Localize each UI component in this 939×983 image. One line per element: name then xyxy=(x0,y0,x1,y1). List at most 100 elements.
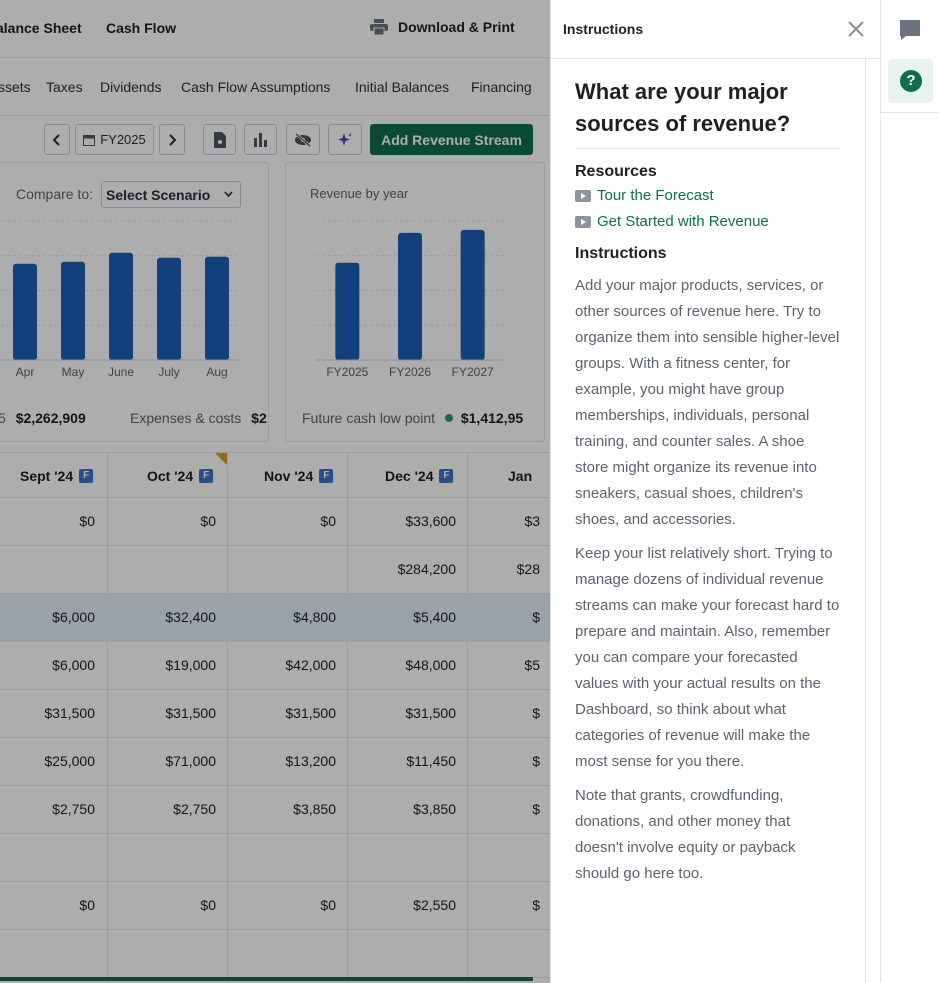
table-cell[interactable]: $0 xyxy=(320,897,336,913)
table-cell[interactable]: $ xyxy=(532,897,540,913)
next-year-button[interactable] xyxy=(159,124,185,155)
subnav-dividends[interactable]: Dividends xyxy=(100,79,161,95)
tour-forecast-label: Tour the Forecast xyxy=(597,187,714,204)
kpi-expenses: Expenses & costs $2 xyxy=(130,410,267,426)
chart-bar[interactable] xyxy=(109,252,133,360)
forecast-badge: F xyxy=(319,469,334,483)
status-dot xyxy=(444,414,453,422)
chart-bar[interactable] xyxy=(460,229,485,360)
help-button[interactable]: ? xyxy=(888,59,933,103)
table-cell[interactable]: $5 xyxy=(524,657,540,673)
toolbar: FY2025 Add Revenue Stream xyxy=(0,116,550,162)
tab-cash-flow[interactable]: Cash Flow xyxy=(106,20,176,36)
sparkle-icon xyxy=(338,132,352,146)
kpi-cash-low-label: Future cash low point xyxy=(302,410,436,426)
axis-tick-label: Apr xyxy=(16,365,35,379)
chart-bar[interactable] xyxy=(61,261,85,360)
table-cell[interactable]: $31,500 xyxy=(285,705,336,721)
table-cell[interactable]: $3 xyxy=(524,513,540,529)
col-label: Dec '24 xyxy=(385,468,434,484)
table-cell[interactable]: $71,000 xyxy=(165,753,216,769)
year-selector[interactable]: FY2025 xyxy=(75,124,154,155)
flag-marker-icon xyxy=(215,453,227,465)
table-cell[interactable]: $32,400 xyxy=(165,609,216,625)
subnav-cash-flow-assumptions[interactable]: Cash Flow Assumptions xyxy=(181,79,330,95)
table-cell[interactable]: $19,000 xyxy=(165,657,216,673)
table-cell[interactable]: $ xyxy=(532,609,540,625)
table-cell[interactable]: $33,600 xyxy=(405,513,456,529)
subnav-taxes[interactable]: Taxes xyxy=(46,79,83,95)
table-cell[interactable]: $6,000 xyxy=(52,609,95,625)
table-cell[interactable]: $0 xyxy=(79,513,95,529)
sub-navigation: ssets Taxes Dividends Cash Flow Assumpti… xyxy=(0,58,550,116)
panel-scrollbar[interactable] xyxy=(865,59,866,983)
table-cell[interactable]: $0 xyxy=(200,897,216,913)
subnav-assets[interactable]: ssets xyxy=(0,79,31,95)
col-label: Oct '24 xyxy=(147,468,194,484)
table-cell[interactable]: $3,850 xyxy=(413,801,456,817)
table-cell[interactable]: $11,450 xyxy=(406,753,456,769)
tour-forecast-link[interactable]: Tour the Forecast xyxy=(575,183,841,209)
table-cell[interactable]: $4,800 xyxy=(293,609,336,625)
col-nov[interactable]: Nov '24 F xyxy=(264,468,334,484)
close-icon[interactable] xyxy=(845,18,867,40)
prev-year-button[interactable] xyxy=(44,124,70,155)
col-label: Nov '24 xyxy=(264,468,314,484)
subnav-financing[interactable]: Financing xyxy=(471,79,532,95)
table-cell[interactable]: $48,000 xyxy=(405,657,456,673)
table-cell[interactable]: $0 xyxy=(320,513,336,529)
kpi-cash-low: Future cash low point $1,412,95 xyxy=(302,410,523,426)
table-cell[interactable]: $31,500 xyxy=(44,705,95,721)
table-cell[interactable]: $0 xyxy=(79,897,95,913)
chart-toggle-button[interactable] xyxy=(244,124,277,155)
table-cell[interactable]: $25,000 xyxy=(44,753,95,769)
kpi-revenue: 5 $2,262,909 xyxy=(0,410,86,426)
table-cell[interactable]: $5,400 xyxy=(413,609,456,625)
table-cell[interactable]: $2,550 xyxy=(413,897,456,913)
add-revenue-stream-button[interactable]: Add Revenue Stream xyxy=(370,124,533,155)
hide-button[interactable] xyxy=(286,124,320,155)
help-icon: ? xyxy=(900,70,922,92)
col-dec[interactable]: Dec '24 F xyxy=(385,468,454,484)
table-cell[interactable]: $2,750 xyxy=(173,801,216,817)
col-sept[interactable]: Sept '24 F xyxy=(20,468,94,484)
table-cell[interactable]: $284,200 xyxy=(398,561,456,577)
table-cell[interactable]: $ xyxy=(532,705,540,721)
subnav-initial-balances[interactable]: Initial Balances xyxy=(355,79,449,95)
table-cell[interactable]: $28 xyxy=(517,561,540,577)
table-cell[interactable]: $0 xyxy=(200,513,216,529)
table-cell[interactable]: $13,200 xyxy=(285,753,336,769)
chat-icon[interactable] xyxy=(898,18,922,42)
table-cell[interactable]: $ xyxy=(532,801,540,817)
col-oct[interactable]: Oct '24 F xyxy=(147,468,214,484)
bar-chart-icon xyxy=(253,132,267,147)
eye-off-icon xyxy=(295,132,311,147)
chart-bar[interactable] xyxy=(335,262,360,360)
instructions-paragraph-2: Keep your list relatively short. Trying … xyxy=(575,545,840,770)
download-print-button[interactable]: Download & Print xyxy=(370,19,515,35)
table-cell[interactable]: $31,500 xyxy=(405,705,456,721)
axis-tick-label: May xyxy=(62,365,85,379)
table-cell[interactable]: $2,750 xyxy=(52,801,95,817)
chart-bar[interactable] xyxy=(398,232,422,360)
kpi-revenue-label: 5 xyxy=(0,410,6,426)
table-cell[interactable]: $ xyxy=(532,753,540,769)
export-button[interactable] xyxy=(203,124,236,155)
chart-bar[interactable] xyxy=(205,256,229,360)
ai-assist-button[interactable] xyxy=(328,124,362,155)
tab-balance-sheet[interactable]: alance Sheet xyxy=(0,20,82,36)
col-label: Jan xyxy=(508,468,533,484)
table-cell[interactable]: $6,000 xyxy=(52,657,95,673)
chart-bar[interactable] xyxy=(13,263,37,360)
panel-header: Instructions xyxy=(551,0,881,59)
chart-bar[interactable] xyxy=(157,257,181,360)
table-cell[interactable]: $42,000 xyxy=(285,657,336,673)
table-cell[interactable]: $3,850 xyxy=(293,801,336,817)
col-jan[interactable]: Jan xyxy=(508,468,532,484)
year-label: FY2025 xyxy=(100,132,146,147)
chevron-right-icon xyxy=(169,133,176,146)
get-started-revenue-link[interactable]: Get Started with Revenue xyxy=(575,209,841,235)
question-heading: What are your major sources of revenue? xyxy=(575,76,841,149)
table-cell[interactable]: $31,500 xyxy=(165,705,216,721)
monthly-revenue-card: Compare to: Select Scenario Apr May June Ju… xyxy=(0,162,269,442)
